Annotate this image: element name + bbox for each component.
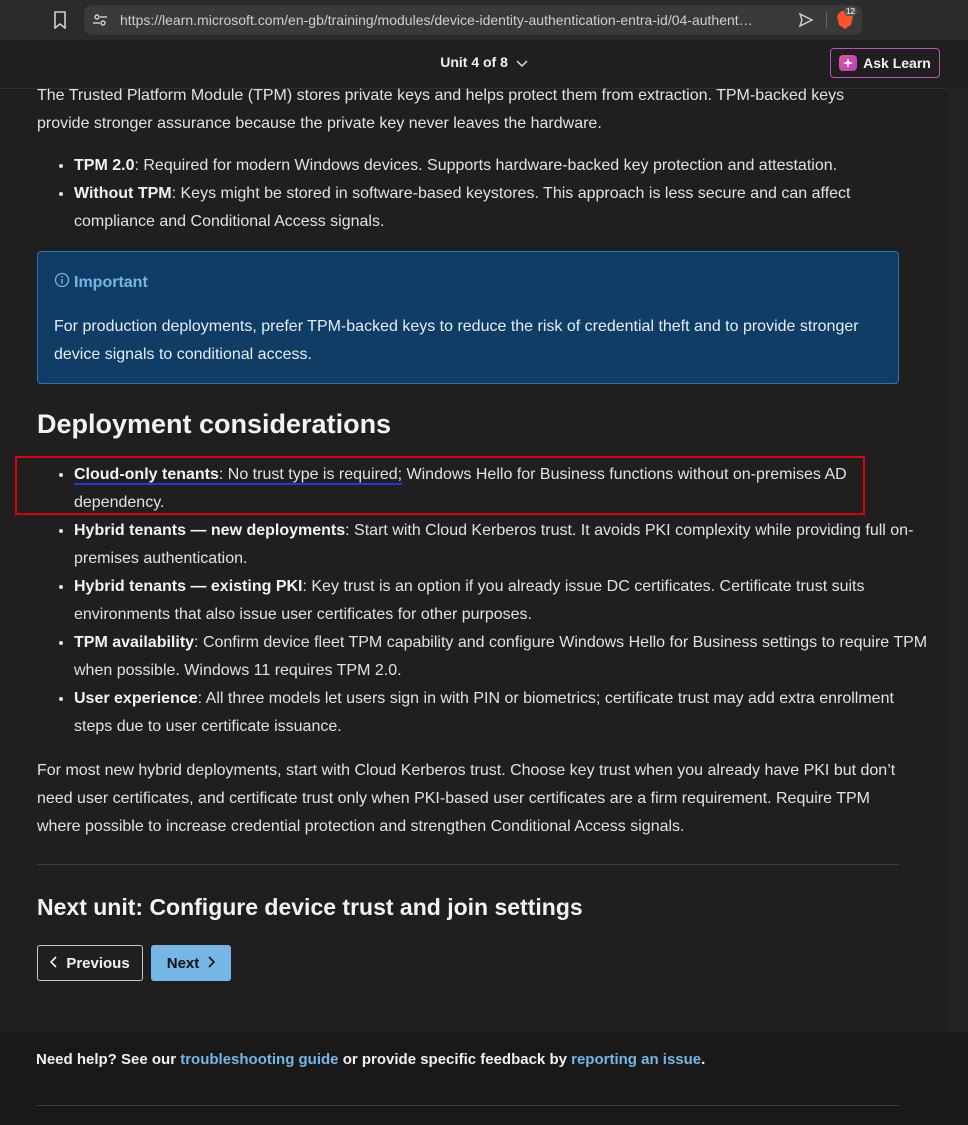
- bookmark-icon[interactable]: [50, 9, 70, 31]
- url-text[interactable]: https://learn.microsoft.com/en-gb/traini…: [120, 12, 770, 28]
- sparkle-chat-icon: [839, 55, 858, 71]
- url-divider: [826, 12, 827, 28]
- underlined-phrase: Cloud-only tenants: No trust type is req…: [74, 466, 402, 483]
- list-item-term: TPM availability: [74, 634, 195, 651]
- site-settings-icon[interactable]: [92, 12, 108, 28]
- ask-learn-label: Ask Learn: [863, 55, 931, 71]
- browser-toolbar: https://learn.microsoft.com/en-gb/traini…: [0, 0, 968, 40]
- list-item-term: Hybrid tenants — existing PKI: [74, 578, 303, 595]
- help-footer: Need help? See our troubleshooting guide…: [0, 1032, 968, 1125]
- shields-count-badge: 12: [844, 7, 857, 16]
- chevron-left-icon: [50, 955, 58, 972]
- unit-label: Unit 4 of 8: [440, 54, 508, 70]
- list-item-term: Cloud-only tenants: [74, 466, 219, 483]
- important-callout: Important For production deployments, pr…: [37, 251, 899, 384]
- help-middle: or provide specific feedback by: [338, 1051, 572, 1068]
- unit-selector[interactable]: Unit 4 of 8: [0, 54, 968, 71]
- list-item: Without TPM: Keys might be stored in sof…: [74, 180, 899, 236]
- list-item-text: : Confirm device fleet TPM capability an…: [74, 634, 928, 679]
- help-text: Need help? See our troubleshooting guide…: [36, 1051, 705, 1068]
- list-item-text: : Keys might be stored in software-based…: [74, 185, 851, 230]
- divider: [37, 864, 899, 865]
- footer-divider: [36, 1105, 900, 1106]
- important-title-text: Important: [74, 273, 148, 291]
- list-item: Cloud-only tenants: No trust type is req…: [74, 461, 936, 517]
- list-item-underlined-text: : No trust type is required;: [218, 466, 403, 483]
- tpm-list: TPM 2.0: Required for modern Windows dev…: [37, 152, 899, 236]
- list-item: TPM 2.0: Required for modern Windows dev…: [74, 152, 899, 180]
- next-button[interactable]: Next: [151, 945, 231, 981]
- list-item: User experience: All three models let us…: [74, 685, 936, 741]
- address-bar[interactable]: https://learn.microsoft.com/en-gb/traini…: [84, 5, 862, 35]
- troubleshooting-guide-link[interactable]: troubleshooting guide: [180, 1051, 338, 1068]
- share-icon[interactable]: [798, 12, 814, 28]
- summary-paragraph: For most new hybrid deployments, start w…: [37, 762, 896, 835]
- list-item-text: : All three models let users sign in wit…: [74, 690, 894, 735]
- tpm-intro-paragraph: The Trusted Platform Module (TPM) stores…: [37, 87, 845, 132]
- deployment-heading: Deployment considerations: [37, 409, 392, 439]
- list-item: Hybrid tenants — new deployments: Start …: [74, 517, 936, 573]
- scrollbar[interactable]: [948, 88, 968, 1032]
- help-prefix: Need help? See our: [36, 1051, 181, 1068]
- list-item: TPM availability: Confirm device fleet T…: [74, 629, 936, 685]
- list-item-term: Without TPM: [74, 185, 172, 202]
- important-title: Important: [54, 272, 148, 293]
- help-suffix: .: [701, 1051, 706, 1068]
- list-item-term: Hybrid tenants — new deployments: [74, 522, 346, 539]
- ask-learn-button[interactable]: Ask Learn: [830, 48, 940, 78]
- next-unit-heading: Next unit: Configure device trust and jo…: [37, 894, 583, 920]
- list-item-text: : Required for modern Windows devices. S…: [134, 157, 838, 174]
- chevron-down-icon: [516, 55, 528, 71]
- previous-label: Previous: [66, 954, 130, 972]
- list-item-term: User experience: [74, 690, 198, 707]
- next-label: Next: [166, 954, 200, 972]
- list-item-term: TPM 2.0: [74, 157, 135, 174]
- previous-button[interactable]: Previous: [37, 945, 143, 981]
- main-content: The Trusted Platform Module (TPM) stores…: [15, 82, 927, 981]
- important-text: For production deployments, prefer TPM-b…: [54, 318, 859, 363]
- deployment-list: Cloud-only tenants: No trust type is req…: [37, 461, 936, 741]
- report-issue-link[interactable]: reporting an issue: [571, 1051, 701, 1068]
- chevron-right-icon: [207, 955, 216, 972]
- list-item: Hybrid tenants — existing PKI: Key trust…: [74, 573, 936, 629]
- info-icon: [54, 272, 70, 293]
